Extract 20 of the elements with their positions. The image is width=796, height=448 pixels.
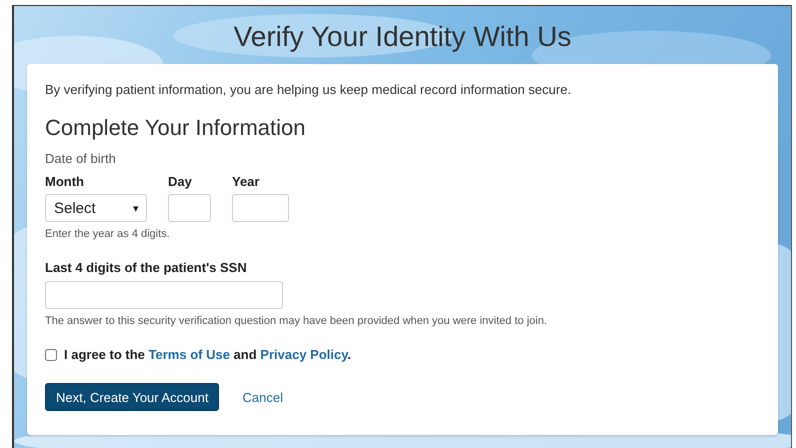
- day-field[interactable]: [168, 194, 211, 222]
- policy-link[interactable]: Terms of Use: [148, 347, 230, 362]
- field-label: Last 4 digits of the patient's SSN: [45, 260, 247, 275]
- hint-text: The answer to this security verification question may have been provided when you were invited to join.: [45, 315, 547, 327]
- field-label: Date of birth: [45, 151, 116, 166]
- agree-checkbox[interactable]: [45, 348, 57, 360]
- cancel-link[interactable]: Cancel: [242, 390, 283, 404]
- section-heading: Complete Your Information: [45, 115, 306, 141]
- month-dropdown[interactable]: Select ▾: [45, 194, 147, 222]
- hint-text: Enter the year as 4 digits.: [45, 228, 170, 240]
- agreement-text: I agree to the Terms of Use and Privacy Policy.: [64, 347, 352, 362]
- field-label: Day: [168, 174, 192, 189]
- year-field[interactable]: [232, 194, 289, 222]
- page-title: Verify Your Identity With Us: [232, 20, 572, 54]
- submit-button[interactable]: Next, Create Your Account: [45, 383, 220, 411]
- policy-link[interactable]: Privacy Policy: [260, 347, 348, 362]
- field-label: Year: [232, 174, 260, 189]
- intro-text: By verifying patient information, you are helping us keep medical record information secure.: [45, 82, 572, 97]
- field-label: Month: [45, 174, 84, 189]
- ssn-field[interactable]: [45, 281, 283, 309]
